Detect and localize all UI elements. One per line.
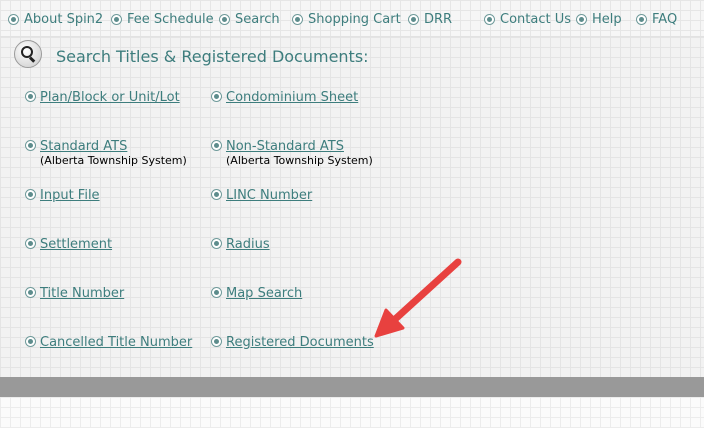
footer-grid bbox=[0, 397, 704, 428]
annotation-arrow-icon bbox=[374, 258, 462, 338]
footer-bar bbox=[0, 377, 704, 397]
